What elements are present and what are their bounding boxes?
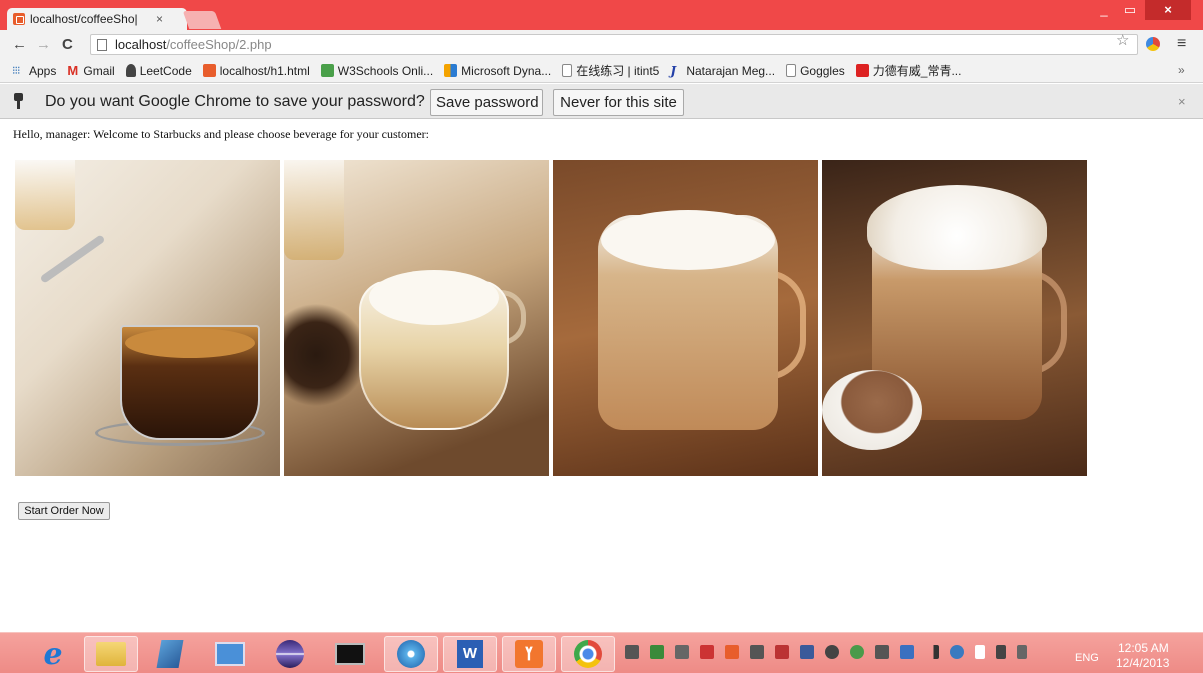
media-disc-icon[interactable] [384, 636, 438, 672]
command-prompt-icon[interactable] [323, 636, 377, 672]
tray-xampp-icon[interactable] [725, 645, 739, 659]
bookmark-label: W3Schools Onli... [337, 63, 434, 78]
latte-photo[interactable] [284, 160, 549, 476]
tray-network-icon[interactable] [950, 645, 964, 659]
red-logo-icon [855, 64, 869, 77]
title-bar: localhost/coffeeSho| × _ ▭ × [0, 0, 1203, 30]
chrome-menu-icon[interactable]: ≡ [1177, 35, 1186, 53]
maximize-button[interactable]: ▭ [1118, 0, 1142, 20]
bookmark-goggles[interactable]: Goggles [786, 64, 845, 78]
bookmark-leetcode[interactable]: LeetCode [125, 63, 192, 78]
espresso-photo[interactable] [15, 160, 280, 476]
tray-acrobat-icon[interactable] [700, 645, 714, 659]
password-infobar: Do you want Google Chrome to save your p… [0, 84, 1203, 119]
signal-icon[interactable] [925, 645, 939, 659]
tray-usb-icon[interactable] [675, 645, 689, 659]
page-icon [786, 64, 797, 77]
eclipse-icon[interactable] [263, 636, 317, 672]
apps-grid-icon: ⁝⁝⁝ [12, 65, 21, 77]
bookmark-w3schools[interactable]: W3Schools Onli... [320, 63, 434, 78]
url-host: localhost [115, 37, 167, 52]
tray-antivirus-icon[interactable] [775, 645, 789, 659]
bookmarks-bar: ⁝⁝⁝ Apps M Gmail LeetCode localhost/h1.h… [0, 59, 1203, 83]
tray-shield-icon[interactable] [650, 645, 664, 659]
page-icon [97, 38, 107, 51]
tab-close-icon[interactable]: × [156, 12, 163, 26]
bookmark-label: 在线练习 | itint5 [576, 64, 660, 78]
page-icon [562, 64, 573, 77]
gmail-icon: M [67, 63, 79, 78]
save-password-button[interactable]: Save password [430, 89, 543, 116]
file-explorer-icon[interactable] [84, 636, 138, 672]
screenshot-icon[interactable] [203, 636, 257, 672]
bookmark-star-icon[interactable]: ☆ [1116, 31, 1129, 49]
back-arrow-icon[interactable]: ← [12, 36, 27, 54]
clock-time[interactable]: 12:05 AM [1118, 641, 1169, 655]
xampp-icon[interactable]: ߌ [502, 636, 556, 672]
bookmark-lide[interactable]: 力德有威_常青... [855, 62, 962, 79]
cappuccino-photo[interactable] [553, 160, 818, 476]
browser-window: localhost/coffeeSho| × _ ▭ × ← → C local… [0, 0, 1203, 673]
minimize-button[interactable]: _ [1092, 0, 1116, 20]
close-window-button[interactable]: × [1145, 0, 1191, 20]
start-order-button[interactable]: Start Order Now [18, 502, 110, 520]
w3schools-icon [320, 64, 334, 77]
infobar-close-icon[interactable]: × [1178, 94, 1186, 109]
word-icon[interactable]: W [443, 636, 497, 672]
tray-display-icon[interactable] [800, 645, 814, 659]
key-icon [14, 93, 23, 110]
system-tray [625, 645, 1038, 659]
tray-update-icon[interactable] [850, 645, 864, 659]
microsoft-icon [444, 64, 458, 77]
bookmark-label: Microsoft Dyna... [461, 63, 552, 78]
browser-toolbar: ← → C localhost /coffeeShop/2.php ☆ [0, 30, 1203, 59]
bookmarks-overflow-button[interactable]: » [1178, 63, 1185, 77]
extension-icon[interactable] [1146, 37, 1160, 51]
bookmark-localhost[interactable]: localhost/h1.html [202, 63, 310, 78]
bookmark-label: localhost/h1.html [219, 63, 310, 78]
j-icon: J [670, 63, 677, 78]
tray-bluetooth-icon[interactable] [900, 645, 914, 659]
battery-icon[interactable] [996, 645, 1006, 659]
bookmark-label: Goggles [800, 63, 845, 78]
flag-icon[interactable] [975, 645, 985, 659]
url-path: /coffeeShop/2.php [166, 37, 272, 52]
tray-window-icon[interactable] [875, 645, 889, 659]
new-tab-button[interactable] [182, 11, 222, 29]
localhost-icon [202, 64, 216, 77]
tray-icon[interactable] [625, 645, 639, 659]
never-for-this-site-button[interactable]: Never for this site [553, 89, 684, 116]
tray-printer-icon[interactable] [750, 645, 764, 659]
windows-taskbar: e W ߌ [0, 632, 1203, 673]
bookmark-gmail[interactable]: M Gmail [67, 63, 114, 78]
hot-chocolate-photo[interactable] [822, 160, 1087, 476]
person-icon [125, 64, 136, 77]
bookmark-apps[interactable]: ⁝⁝⁝ Apps [12, 64, 56, 78]
chrome-icon[interactable] [561, 636, 615, 672]
bookmark-label: 力德有威_常青... [872, 64, 962, 78]
bookmark-label: Gmail [83, 63, 115, 78]
browser-tab[interactable]: localhost/coffeeSho| × [7, 8, 187, 30]
reload-icon[interactable]: C [62, 36, 73, 54]
infobar-message: Do you want Google Chrome to save your p… [45, 93, 425, 110]
language-indicator[interactable]: ENG [1075, 652, 1099, 664]
bookmark-itint5[interactable]: 在线练习 | itint5 [562, 62, 659, 79]
bookmark-label: LeetCode [139, 63, 192, 78]
tab-title: localhost/coffeeSho| [30, 12, 138, 26]
greeting-text: Hello, manager: Welcome to Starbucks and… [13, 127, 429, 141]
bookmark-natarajan[interactable]: J Natarajan Meg... [670, 64, 775, 78]
tray-clock-icon[interactable] [825, 645, 839, 659]
internet-explorer-icon[interactable]: e [26, 636, 80, 672]
bookmark-microsoft[interactable]: Microsoft Dyna... [444, 64, 551, 78]
clock-date[interactable]: 12/4/2013 [1116, 656, 1169, 670]
bookmark-label: Apps [29, 63, 57, 78]
notes-icon[interactable] [143, 636, 197, 672]
address-bar[interactable]: localhost /coffeeShop/2.php [90, 34, 1138, 55]
localhost-favicon-icon [13, 13, 25, 25]
volume-icon[interactable] [1017, 645, 1027, 659]
forward-arrow-icon[interactable]: → [36, 36, 51, 54]
bookmark-label: Natarajan Meg... [686, 63, 776, 78]
